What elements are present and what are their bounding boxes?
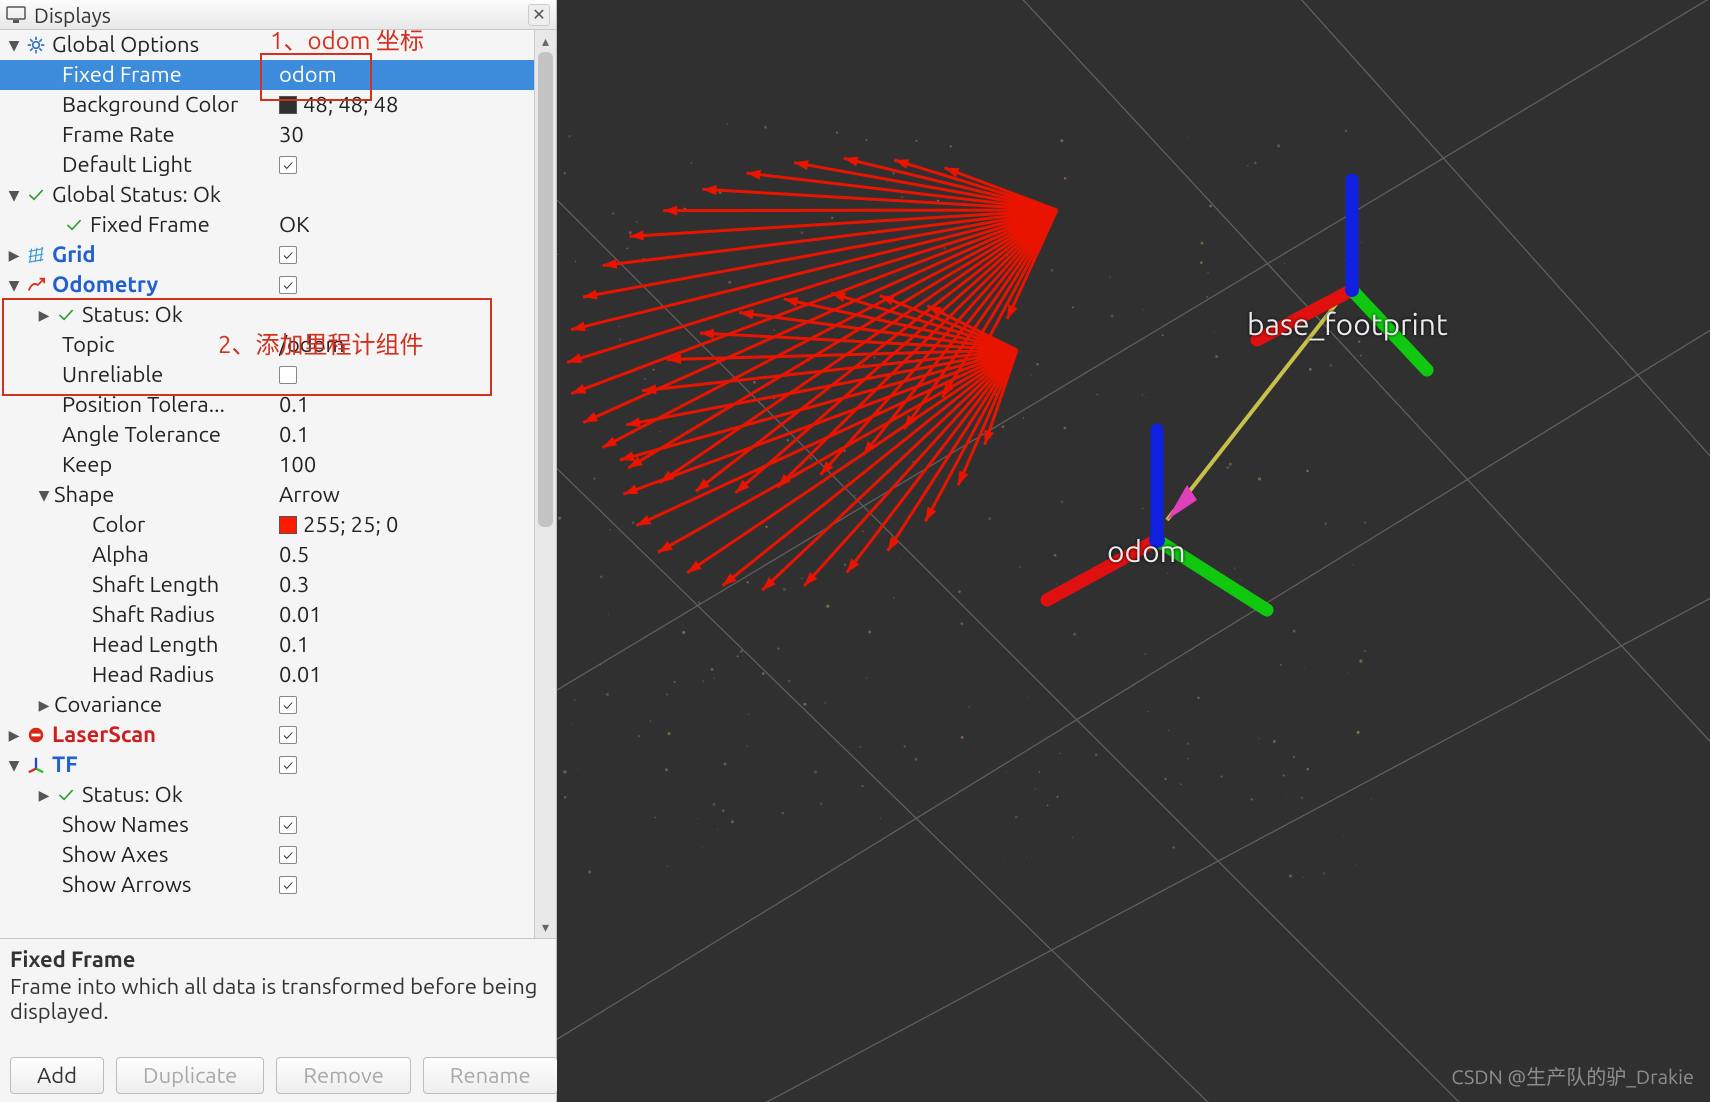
unreliable-checkbox[interactable] [279, 366, 297, 384]
row-head-length[interactable]: Head Length 0.1 [0, 630, 534, 660]
tree-scrollbar[interactable]: ▴ ▾ [534, 30, 556, 938]
frame-label-odom: odom [1107, 534, 1186, 568]
row-unreliable[interactable]: Unreliable [0, 360, 534, 390]
row-odom-status[interactable]: ▶ ✓ Status: Ok [0, 300, 534, 330]
row-position-tolerance[interactable]: Position Tolera... 0.1 [0, 390, 534, 420]
check-icon: ✓ [24, 183, 48, 207]
row-odometry[interactable]: ▼ Odometry ✓ [0, 270, 534, 300]
panel-title: Displays [34, 3, 111, 27]
remove-button[interactable]: Remove [276, 1057, 410, 1094]
displays-tree[interactable]: 1、odom 坐标 2、添加里程计组件 ▼ Global Options Fix… [0, 30, 534, 938]
show-arrows-checkbox[interactable]: ✓ [279, 876, 297, 894]
check-icon: ✓ [54, 783, 78, 807]
odom-color-swatch[interactable] [279, 516, 297, 534]
scroll-down-icon[interactable]: ▾ [535, 916, 556, 938]
row-topic[interactable]: Topic /odom [0, 330, 534, 360]
grid-icon [24, 243, 48, 267]
show-names-checkbox[interactable]: ✓ [279, 816, 297, 834]
row-odom-color[interactable]: Color 255; 25; 0 [0, 510, 534, 540]
row-tf[interactable]: ▼ TF ✓ [0, 750, 534, 780]
row-fixed-frame[interactable]: Fixed Frame odom [0, 60, 534, 90]
odometry-checkbox[interactable]: ✓ [279, 276, 297, 294]
3d-viewport[interactable]: base_footprint odom CSDN @生产队的驴_Drakie [557, 0, 1710, 1102]
row-show-arrows[interactable]: Show Arrows ✓ [0, 870, 534, 900]
check-icon: ✓ [62, 213, 86, 237]
row-shape[interactable]: ▼Shape Arrow [0, 480, 534, 510]
row-grid[interactable]: ▶ Grid ✓ [0, 240, 534, 270]
scroll-up-icon[interactable]: ▴ [535, 30, 556, 52]
row-head-radius[interactable]: Head Radius 0.01 [0, 660, 534, 690]
panel-titlebar: Displays ✕ [0, 0, 556, 30]
fixed-frame-value[interactable]: odom [279, 60, 337, 90]
row-show-names[interactable]: Show Names ✓ [0, 810, 534, 840]
description-body: Frame into which all data is transformed… [10, 974, 546, 1024]
row-show-axes[interactable]: Show Axes ✓ [0, 840, 534, 870]
panel-close-button[interactable]: ✕ [528, 4, 550, 26]
duplicate-button[interactable]: Duplicate [116, 1057, 264, 1094]
row-global-options[interactable]: ▼ Global Options [0, 30, 534, 60]
row-alpha[interactable]: Alpha 0.5 [0, 540, 534, 570]
displays-icon [6, 6, 26, 24]
tf-icon [24, 753, 48, 777]
app-root: Displays ✕ 1、odom 坐标 2、添加里程计组件 ▼ Global … [0, 0, 1710, 1102]
row-covariance[interactable]: ▶Covariance ✓ [0, 690, 534, 720]
default-light-checkbox[interactable]: ✓ [279, 156, 297, 174]
row-frame-rate[interactable]: Frame Rate 30 [0, 120, 534, 150]
add-button[interactable]: Add [10, 1057, 104, 1094]
row-tf-status[interactable]: ▶ ✓ Status: Ok [0, 780, 534, 810]
covariance-checkbox[interactable]: ✓ [279, 696, 297, 714]
watermark: CSDN @生产队的驴_Drakie [1451, 1061, 1694, 1090]
row-angle-tolerance[interactable]: Angle Tolerance 0.1 [0, 420, 534, 450]
row-shaft-radius[interactable]: Shaft Radius 0.01 [0, 600, 534, 630]
button-bar: Add Duplicate Remove Rename [0, 1049, 556, 1102]
row-keep[interactable]: Keep 100 [0, 450, 534, 480]
bg-color-swatch[interactable] [279, 96, 297, 114]
rename-button[interactable]: Rename [423, 1057, 558, 1094]
check-icon: ✓ [54, 303, 78, 327]
row-fixed-frame-status[interactable]: ✓ Fixed Frame OK [0, 210, 534, 240]
odometry-icon [24, 273, 48, 297]
description-title: Fixed Frame [10, 947, 546, 972]
displays-panel: Displays ✕ 1、odom 坐标 2、添加里程计组件 ▼ Global … [0, 0, 557, 1102]
topic-value[interactable]: /odom [279, 330, 345, 360]
row-global-status[interactable]: ▼ ✓ Global Status: Ok [0, 180, 534, 210]
scroll-thumb[interactable] [538, 52, 553, 527]
description-area: Fixed Frame Frame into which all data is… [0, 939, 556, 1049]
row-laserscan[interactable]: ▶ LaserScan ✓ [0, 720, 534, 750]
tf-checkbox[interactable]: ✓ [279, 756, 297, 774]
laserscan-checkbox[interactable]: ✓ [279, 726, 297, 744]
gear-icon [24, 33, 48, 57]
row-default-light[interactable]: Default Light ✓ [0, 150, 534, 180]
frame-label-base: base_footprint [1247, 307, 1448, 341]
error-icon [24, 723, 48, 747]
row-background-color[interactable]: Background Color 48; 48; 48 [0, 90, 534, 120]
show-axes-checkbox[interactable]: ✓ [279, 846, 297, 864]
grid-checkbox[interactable]: ✓ [279, 246, 297, 264]
row-shaft-length[interactable]: Shaft Length 0.3 [0, 570, 534, 600]
